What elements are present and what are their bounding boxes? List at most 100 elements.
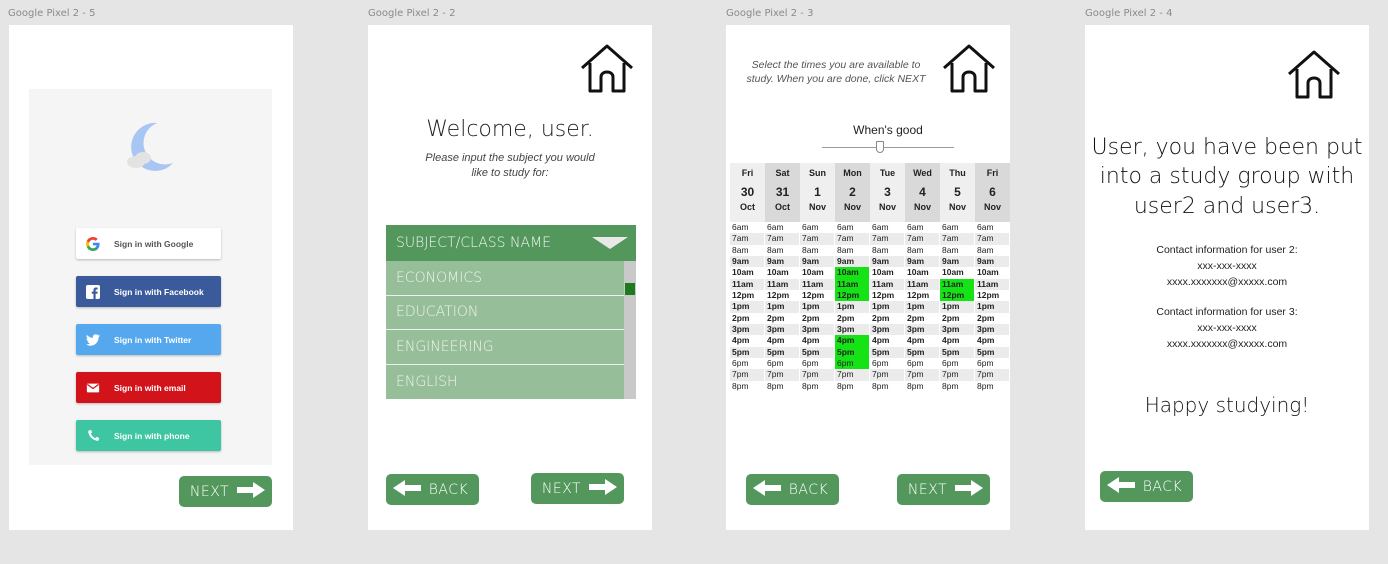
time-slot[interactable]: 12pm [975, 289, 1010, 302]
signin-google-button[interactable]: Sign in with Google [76, 228, 221, 259]
time-slot[interactable]: 8am [730, 244, 765, 256]
time-slot[interactable]: 10am [870, 267, 905, 279]
time-slot[interactable]: 7am [765, 233, 800, 245]
time-slot[interactable]: 11am [940, 278, 975, 290]
time-slot[interactable]: 3pm [905, 323, 940, 336]
time-slot[interactable]: 2pm [730, 312, 765, 324]
home-icon[interactable] [578, 41, 636, 99]
time-slot[interactable]: 3pm [765, 323, 800, 336]
time-slot[interactable]: 6am [765, 222, 800, 234]
time-slot[interactable]: 11am [835, 278, 870, 290]
subject-option-education[interactable]: EDUCATION [386, 296, 624, 330]
time-slot[interactable]: 1pm [940, 301, 975, 313]
time-slot[interactable]: 6pm [800, 357, 835, 370]
time-slot[interactable]: 8pm [940, 380, 975, 392]
time-slot[interactable]: 12pm [905, 289, 940, 302]
time-slot[interactable]: 10am [835, 267, 870, 279]
time-slot[interactable]: 7pm [975, 369, 1010, 381]
back-button[interactable]: BACK [746, 474, 839, 505]
time-slot[interactable]: 6am [940, 222, 975, 234]
time-slot[interactable]: 6pm [730, 357, 765, 370]
subject-option-economics[interactable]: ECONOMICS [386, 261, 624, 296]
time-slot[interactable]: 8pm [765, 380, 800, 392]
time-slot[interactable]: 2pm [940, 312, 975, 324]
time-slot[interactable]: 12pm [940, 289, 975, 302]
next-button[interactable]: NEXT [531, 473, 624, 504]
time-slot[interactable]: 5pm [975, 346, 1010, 358]
time-slot[interactable]: 3pm [975, 323, 1010, 336]
time-slot[interactable]: 1pm [870, 301, 905, 313]
time-slot[interactable]: 7am [870, 233, 905, 245]
time-slot[interactable]: 11am [730, 278, 765, 290]
time-slot[interactable]: 3pm [800, 323, 835, 336]
time-slot[interactable]: 8pm [905, 380, 940, 392]
time-slot[interactable]: 11am [765, 278, 800, 290]
time-slot[interactable]: 4pm [765, 335, 800, 347]
dropdown-scroll-thumb[interactable] [625, 283, 635, 295]
time-slot[interactable]: 3pm [940, 323, 975, 336]
time-slot[interactable]: 4pm [800, 335, 835, 347]
time-slot[interactable]: 6am [975, 222, 1010, 234]
time-slot[interactable]: 8pm [800, 380, 835, 392]
time-slot[interactable]: 9am [765, 255, 800, 268]
time-slot[interactable]: 9am [800, 255, 835, 268]
time-slot[interactable]: 9am [870, 255, 905, 268]
time-slot[interactable]: 5pm [905, 346, 940, 358]
time-slot[interactable]: 10am [940, 267, 975, 279]
time-slot[interactable]: 6am [835, 222, 870, 234]
time-slot[interactable]: 6pm [940, 357, 975, 370]
time-slot[interactable]: 7pm [765, 369, 800, 381]
next-button[interactable]: NEXT [179, 476, 272, 507]
subject-option-english[interactable]: ENGLISH [386, 365, 624, 400]
back-button[interactable]: BACK [386, 474, 479, 505]
time-slot[interactable]: 8pm [975, 380, 1010, 392]
time-slot[interactable]: 7am [940, 233, 975, 245]
time-slot[interactable]: 1pm [905, 301, 940, 313]
time-slot[interactable]: 9am [730, 255, 765, 268]
home-icon[interactable] [1285, 47, 1343, 105]
time-slot[interactable]: 4pm [835, 335, 870, 347]
time-slot[interactable]: 7am [730, 233, 765, 245]
time-slot[interactable]: 7pm [800, 369, 835, 381]
time-slot[interactable]: 6am [870, 222, 905, 234]
signin-facebook-button[interactable]: Sign in with Facebook [76, 276, 221, 307]
time-slot[interactable]: 8am [835, 244, 870, 256]
slider-thumb[interactable] [876, 141, 884, 153]
time-slot[interactable]: 5pm [870, 346, 905, 358]
time-slot[interactable]: 6am [905, 222, 940, 234]
time-slot[interactable]: 8am [905, 244, 940, 256]
time-slot[interactable]: 9am [835, 255, 870, 268]
time-slot[interactable]: 5pm [800, 346, 835, 358]
time-slot[interactable]: 9am [905, 255, 940, 268]
time-slot[interactable]: 1pm [730, 301, 765, 313]
time-slot[interactable]: 4pm [975, 335, 1010, 347]
time-slot[interactable]: 8am [940, 244, 975, 256]
time-slot[interactable]: 8pm [870, 380, 905, 392]
time-slot[interactable]: 5pm [765, 346, 800, 358]
time-slot[interactable]: 10am [800, 267, 835, 279]
time-slot[interactable]: 12pm [800, 289, 835, 302]
time-slot[interactable]: 2pm [765, 312, 800, 324]
time-slot[interactable]: 12pm [835, 289, 870, 302]
time-slot[interactable]: 6pm [975, 357, 1010, 370]
signin-twitter-button[interactable]: Sign in with Twitter [76, 324, 221, 355]
time-slot[interactable]: 4pm [940, 335, 975, 347]
time-slot[interactable]: 9am [940, 255, 975, 268]
time-slot[interactable]: 12pm [730, 289, 765, 302]
time-slot[interactable]: 11am [905, 278, 940, 290]
time-slot[interactable]: 1pm [765, 301, 800, 313]
time-slot[interactable]: 10am [905, 267, 940, 279]
time-slot[interactable]: 5pm [730, 346, 765, 358]
slider-track[interactable] [822, 147, 954, 148]
subject-dropdown[interactable]: SUBJECT/CLASS NAME ECONOMICS EDUCATION E… [386, 225, 636, 399]
subject-option-engineering[interactable]: ENGINEERING [386, 330, 624, 365]
time-slot[interactable]: 10am [765, 267, 800, 279]
time-slot[interactable]: 8am [870, 244, 905, 256]
subject-dropdown-header[interactable]: SUBJECT/CLASS NAME [386, 225, 636, 261]
time-slot[interactable]: 6pm [765, 357, 800, 370]
time-slot[interactable]: 11am [975, 278, 1010, 290]
time-slot[interactable]: 3pm [835, 323, 870, 336]
time-slot[interactable]: 2pm [905, 312, 940, 324]
home-icon[interactable] [940, 41, 998, 99]
back-button[interactable]: BACK [1100, 471, 1193, 502]
